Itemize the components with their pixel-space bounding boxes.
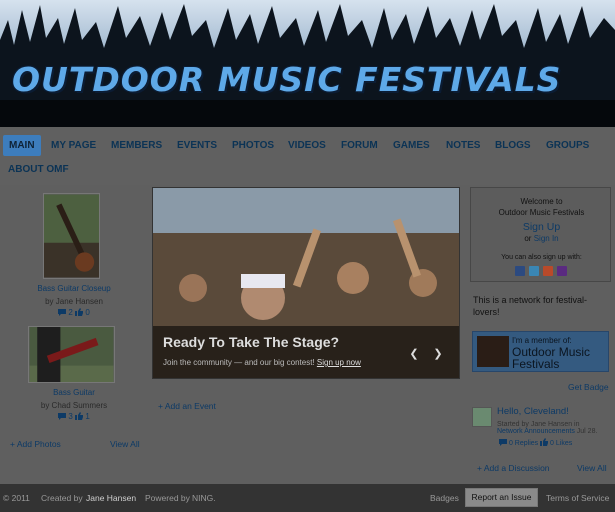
nav-main[interactable]: MAIN — [3, 135, 41, 156]
footer-copyright: © 2011 — [3, 493, 30, 503]
comment-icon — [499, 438, 507, 448]
slide-subtitle: Join the community — and our big contest… — [163, 358, 361, 367]
photos-module: Bass Guitar Closeup by Jane Hansen 2 0 B… — [0, 185, 148, 455]
discussion-date: Jul 28. — [576, 428, 598, 435]
photo-thumbnail-bass-guitar[interactable] — [28, 326, 115, 383]
nav-notes[interactable]: NOTES — [446, 140, 480, 151]
add-photos-link[interactable]: + Add Photos — [10, 439, 61, 449]
discussion-stats: 0 Replies 0 Likes — [499, 438, 572, 448]
nav-events[interactable]: EVENTS — [177, 140, 217, 151]
member-badge[interactable]: I'm a member of: Outdoor Music Festivals — [472, 331, 609, 372]
photo-stats-2: 3 1 — [0, 412, 148, 422]
footer-created-by-label: Created by — [41, 493, 83, 503]
discussion-meta: Started by Jane Hansen in Network Announ… — [497, 421, 597, 435]
sign-up-link[interactable]: Sign Up — [471, 221, 612, 233]
thumbs-up-icon — [75, 308, 84, 318]
discussion-category-link[interactable]: Network Announcements — [497, 428, 575, 435]
footer-terms-link[interactable]: Terms of Service — [546, 493, 609, 503]
view-all-photos-link[interactable]: View All — [110, 439, 140, 449]
chevron-right-icon[interactable]: ❯ — [430, 346, 446, 362]
member-badge-label: I'm a member of: — [512, 336, 572, 345]
footer-creator-link[interactable]: Jane Hansen — [86, 493, 136, 503]
nav-blogs[interactable]: BLOGS — [495, 140, 531, 151]
slide-caption: Ready To Take The Stage? Join the commun… — [153, 326, 459, 378]
welcome-line-1: Welcome to — [520, 197, 563, 206]
photo-title-1[interactable]: Bass Guitar Closeup — [0, 284, 148, 293]
nav-forum[interactable]: FORUM — [341, 140, 378, 151]
also-signup-label: You can also sign up with: — [501, 254, 582, 261]
footer-badges-link[interactable]: Badges — [430, 493, 459, 503]
report-issue-button[interactable]: Report an Issue — [465, 488, 538, 507]
photo-comment-count-2: 3 — [68, 412, 73, 422]
featured-slideshow[interactable]: Ready To Take The Stage? Join the commun… — [152, 187, 460, 379]
photo-like-count-2: 1 — [85, 412, 90, 422]
sign-in-link[interactable]: Sign In — [534, 234, 559, 243]
nav-games[interactable]: GAMES — [393, 140, 430, 151]
photo-comment-count-1: 2 — [68, 308, 73, 318]
view-all-discussions-link[interactable]: View All — [577, 463, 607, 473]
site-title[interactable]: OUTDOOR MUSIC FESTIVALS — [12, 60, 561, 99]
nav-groups[interactable]: GROUPS — [546, 140, 589, 151]
member-badge-image — [477, 336, 509, 367]
photo-like-count-1: 0 — [85, 308, 90, 318]
welcome-line-2: Outdoor Music Festivals — [498, 208, 585, 217]
site-header: OUTDOOR MUSIC FESTIVALS — [0, 0, 615, 127]
nav-videos[interactable]: VIDEOS — [288, 140, 326, 151]
add-event-link[interactable]: + Add an Event — [158, 401, 216, 411]
discussion-likes: 0 Likes — [550, 439, 573, 447]
facebook-icon[interactable] — [515, 266, 525, 276]
photo-title-2[interactable]: Bass Guitar — [0, 388, 148, 397]
chevron-left-icon[interactable]: ❮ — [406, 346, 422, 362]
discussion-replies[interactable]: 0 Replies — [509, 440, 538, 447]
nav-photos[interactable]: PHOTOS — [232, 140, 274, 151]
twitter-icon[interactable] — [529, 266, 539, 276]
yahoo-icon[interactable] — [557, 266, 567, 276]
main-nav: MAIN MY PAGE MEMBERS EVENTS PHOTOS VIDEO… — [0, 127, 615, 185]
comment-icon — [58, 308, 67, 318]
photo-thumbnail-bass-guitar-closeup[interactable] — [43, 193, 100, 279]
slide-subtitle-text: Join the community — and our big contest… — [163, 358, 315, 367]
member-badge-network: Outdoor Music Festivals — [512, 345, 591, 371]
comment-icon — [58, 412, 67, 422]
or-label: or — [524, 234, 532, 243]
discussion-title[interactable]: Hello, Cleveland! — [497, 406, 569, 417]
thumbs-up-icon — [75, 412, 84, 422]
nav-about-omf[interactable]: ABOUT OMF — [8, 164, 69, 175]
photo-author-1: by Jane Hansen — [45, 297, 103, 306]
ning-logo-label: NING. — [192, 493, 216, 503]
avatar[interactable] — [472, 407, 492, 427]
discussion-started-by: Started by Jane Hansen in — [497, 421, 580, 428]
footer-powered-by: Powered by — [145, 493, 190, 503]
welcome-box: Welcome to Outdoor Music Festivals Sign … — [470, 187, 611, 282]
thumbs-up-icon — [540, 438, 549, 448]
photo-stats-1: 2 0 — [0, 308, 148, 318]
get-badge-link[interactable]: Get Badge — [568, 382, 609, 392]
add-discussion-link[interactable]: + Add a Discussion — [477, 463, 550, 473]
google-icon[interactable] — [543, 266, 553, 276]
nav-my-page[interactable]: MY PAGE — [51, 140, 96, 151]
ning-logo-icon[interactable]: NING. — [192, 493, 216, 503]
network-description: This is a network for festival-lovers! — [473, 295, 588, 317]
sign-in-row: or Sign In — [471, 234, 612, 243]
slide-signup-link[interactable]: Sign up now — [317, 358, 361, 367]
nav-members[interactable]: MEMBERS — [111, 140, 162, 151]
slide-title: Ready To Take The Stage? — [163, 334, 340, 350]
photo-author-2: by Chad Summers — [40, 401, 108, 410]
